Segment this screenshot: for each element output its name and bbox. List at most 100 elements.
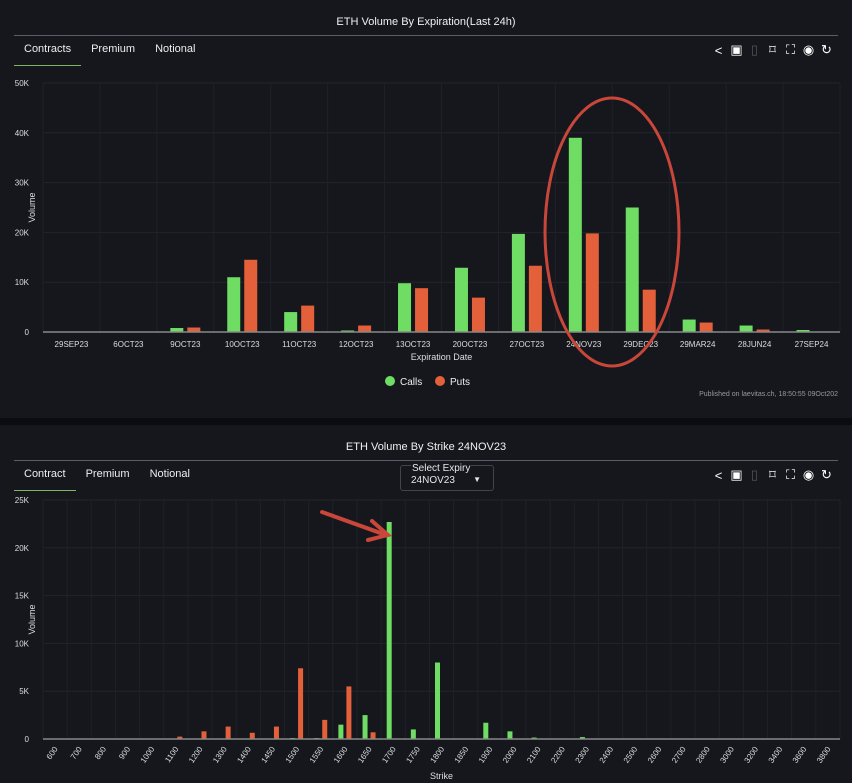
x-tick-label: 1600 <box>332 745 350 765</box>
x-tick-label: 2000 <box>501 745 519 765</box>
bar-puts <box>201 731 207 739</box>
bar-puts <box>471 297 485 332</box>
x-tick-label: 700 <box>69 745 84 762</box>
x-tick-label: 1450 <box>259 745 277 765</box>
x-tick-label: 3800 <box>815 745 833 765</box>
y-axis-title: Volume <box>27 604 37 634</box>
bar-calls <box>739 325 753 332</box>
x-tick-label: 1850 <box>453 745 471 765</box>
x-tick-label: 2800 <box>694 745 712 765</box>
bar-puts <box>225 726 231 739</box>
bar-calls <box>284 312 298 332</box>
y-tick-label: 30K <box>15 179 30 188</box>
x-tick-label: 24NOV23 <box>566 340 602 349</box>
x-axis-title: Expiration Date <box>411 352 473 362</box>
x-tick-label: 1400 <box>235 745 253 765</box>
y-axis-title: Volume <box>27 192 37 222</box>
x-tick-label: 29SEP23 <box>55 340 89 349</box>
bar-calls <box>362 715 368 739</box>
bar-puts <box>358 325 372 332</box>
x-tick-label: 1900 <box>477 745 495 765</box>
bar-calls <box>398 283 412 332</box>
x-tick-label: 1100 <box>163 745 181 765</box>
x-tick-label: 1550 <box>308 745 326 765</box>
bar-calls <box>682 319 696 332</box>
bar-calls <box>568 137 582 332</box>
bar-puts <box>249 732 255 739</box>
x-tick-label: 600 <box>45 745 60 762</box>
y-tick-label: 10K <box>15 278 30 287</box>
x-tick-label: 3000 <box>718 745 736 765</box>
x-tick-label: 2500 <box>622 745 640 765</box>
bar-puts <box>585 233 599 332</box>
bar-puts <box>322 719 328 739</box>
strike-volume-panel: ETH Volume By Strike 24NOV23 Contract Pr… <box>0 425 852 783</box>
bar-calls <box>454 267 468 332</box>
y-tick-label: 0 <box>25 735 30 744</box>
expiration-bar-chart: 0 10K 20K 30K 40K 50K 29SEP23 6OCT23 9OCT23 10OCT… <box>15 79 841 388</box>
y-tick-label: 25K <box>15 496 30 505</box>
x-tick-label: 29MAR24 <box>680 340 716 349</box>
x-tick-label: 1750 <box>404 745 422 765</box>
bar-calls <box>483 722 489 739</box>
bar-puts <box>528 265 542 332</box>
x-tick-label: 1650 <box>356 745 374 765</box>
bar-calls <box>338 724 344 739</box>
x-tick-label: 1000 <box>139 745 157 765</box>
x-tick-label: 13OCT23 <box>396 340 431 349</box>
bar-puts <box>370 732 376 739</box>
x-tick-label: 2200 <box>549 745 567 765</box>
bar-puts <box>298 668 304 739</box>
x-tick-label: 20OCT23 <box>453 340 488 349</box>
strike-bar-chart: 0 5K 10K 15K 20K 25K 600 700 800 900 1000 1100 1200 1… <box>15 496 841 781</box>
bar-puts <box>301 305 315 332</box>
y-tick-label: 40K <box>15 129 30 138</box>
bar-calls <box>435 662 440 739</box>
bar-calls <box>386 521 392 739</box>
x-tick-label: 800 <box>93 745 108 762</box>
x-tick-label: 1200 <box>187 745 205 765</box>
x-tick-label: 1300 <box>211 745 229 765</box>
x-tick-label: 1500 <box>284 745 302 765</box>
published-note: Published on laevitas.ch, 18:50:55 09Oct… <box>699 391 838 398</box>
legend-marker-puts <box>435 376 445 386</box>
x-tick-label: 6OCT23 <box>113 340 144 349</box>
legend-marker-calls <box>385 376 395 386</box>
x-axis-title: Strike <box>430 771 453 781</box>
y-tick-label: 20K <box>15 544 30 553</box>
x-tick-label: 1800 <box>429 745 447 765</box>
x-tick-label: 3200 <box>743 745 761 765</box>
x-tick-label: 10OCT23 <box>225 340 260 349</box>
y-tick-label: 20K <box>15 228 30 237</box>
y-tick-label: 0 <box>25 328 30 337</box>
x-tick-label: 900 <box>117 745 132 762</box>
x-tick-label: 2600 <box>646 745 664 765</box>
x-tick-label: 27SEP24 <box>795 340 829 349</box>
x-tick-label: 3400 <box>767 745 785 765</box>
bar-puts <box>346 686 352 739</box>
x-tick-label: 2400 <box>598 745 616 765</box>
legend-label-calls: Calls <box>400 377 422 388</box>
y-tick-label: 50K <box>15 79 30 88</box>
legend-label-puts: Puts <box>450 377 470 388</box>
x-tick-label: 1700 <box>380 745 398 765</box>
bar-calls <box>227 277 241 332</box>
y-tick-label: 5K <box>19 687 29 696</box>
bar-puts <box>699 322 713 332</box>
x-tick-label: 2300 <box>573 745 591 765</box>
bar-calls <box>625 207 639 332</box>
bar-calls <box>507 731 513 739</box>
bar-puts <box>642 289 656 332</box>
y-tick-label: 10K <box>15 639 30 648</box>
bar-calls <box>410 729 416 739</box>
x-tick-label: 2700 <box>670 745 688 765</box>
expiration-volume-panel: ETH Volume By Expiration(Last 24h) Contr… <box>0 0 852 418</box>
x-tick-label: 27OCT23 <box>510 340 545 349</box>
y-tick-label: 15K <box>15 592 30 601</box>
bar-calls <box>511 233 525 332</box>
x-tick-label: 28JUN24 <box>738 340 772 349</box>
bar-puts <box>273 726 279 739</box>
x-tick-label: 3600 <box>791 745 809 765</box>
x-tick-label: 29DEC23 <box>623 340 658 349</box>
x-tick-label: 11OCT23 <box>282 340 317 349</box>
